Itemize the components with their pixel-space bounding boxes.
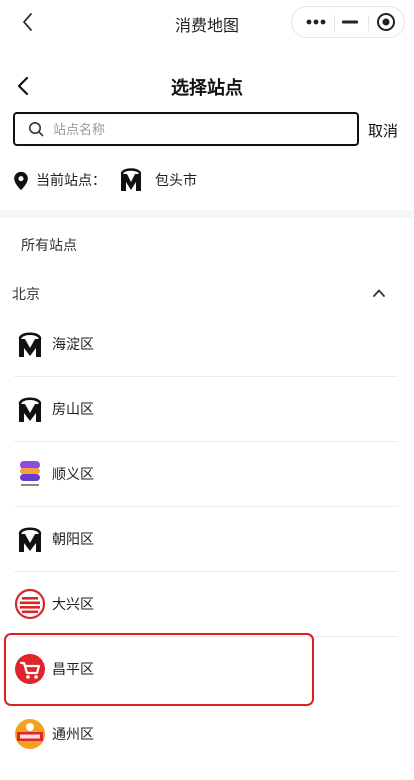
red-stripes-logo-icon — [14, 588, 46, 620]
close-target-icon[interactable] — [368, 7, 404, 37]
location-pin-icon — [14, 171, 28, 191]
m-logo-icon — [18, 397, 42, 422]
district-item-tongzhou[interactable]: 通州区 — [14, 702, 398, 767]
district-item-chaoyang[interactable]: 朝阳区 — [14, 507, 398, 572]
capsule-menu — [291, 6, 405, 38]
section-divider — [0, 210, 414, 218]
district-item-daxing[interactable]: 大兴区 — [14, 572, 398, 637]
district-item-changping[interactable]: 昌平区 — [4, 633, 314, 706]
district-name: 大兴区 — [52, 597, 94, 613]
more-dots-icon[interactable] — [298, 7, 334, 37]
current-station-row: 当前站点： 包头市 — [12, 165, 402, 193]
district-item-haidian[interactable]: 海淀区 — [14, 312, 398, 377]
search-box[interactable] — [13, 112, 359, 146]
current-station-label: 当前站点： — [36, 173, 106, 189]
district-name: 朝阳区 — [52, 532, 94, 548]
minimize-icon[interactable] — [332, 7, 368, 37]
city-name: 北京 — [12, 287, 40, 303]
m-logo-icon — [18, 527, 42, 552]
all-stations-title: 所有站点 — [21, 238, 77, 254]
cancel-button[interactable]: 取消 — [368, 120, 398, 141]
district-item-shunyi[interactable]: 顺义区 — [14, 442, 398, 507]
orange-badge-logo-icon — [15, 719, 45, 749]
search-icon — [29, 122, 44, 137]
red-cart-logo-icon — [15, 654, 45, 684]
district-name: 房山区 — [52, 402, 94, 418]
mini-program-bar: 消费地图 — [0, 0, 414, 44]
search-input[interactable] — [53, 118, 349, 142]
s-logo-icon — [20, 461, 40, 486]
district-name: 海淀区 — [52, 337, 94, 353]
district-name: 通州区 — [52, 727, 94, 743]
district-name: 顺义区 — [52, 467, 94, 483]
chevron-up-icon[interactable] — [372, 286, 386, 300]
m-logo-icon — [18, 332, 42, 357]
district-name: 昌平区 — [52, 662, 94, 678]
district-list: 海淀区 房山区 顺义区 朝阳区 大兴区 昌平区 通州区 — [4, 312, 398, 767]
page-title: 选择站点 — [171, 78, 243, 99]
current-station-value: 包头市 — [155, 173, 197, 189]
district-item-fangshan[interactable]: 房山区 — [14, 377, 398, 442]
m-logo-icon — [120, 168, 142, 191]
city-group-beijing[interactable]: 北京 — [12, 282, 402, 306]
